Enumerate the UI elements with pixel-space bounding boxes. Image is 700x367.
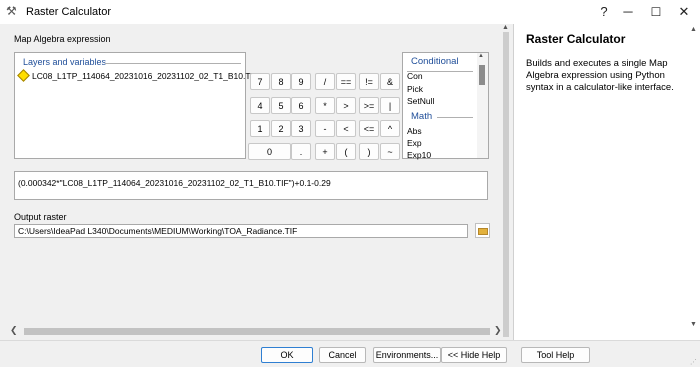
- scroll-up-icon[interactable]: ▲: [502, 24, 509, 31]
- help-pane: Raster Calculator Builds and executes a …: [513, 24, 700, 340]
- calc-button-open-paren[interactable]: (: [336, 143, 356, 160]
- divider: [437, 117, 473, 118]
- scroll-left-icon[interactable]: ❮: [10, 325, 18, 336]
- calc-button-6[interactable]: 6: [291, 97, 311, 114]
- browse-button[interactable]: [475, 223, 490, 238]
- calc-button-multiply[interactable]: *: [315, 97, 335, 114]
- calc-button-not-equal[interactable]: !=: [359, 73, 379, 90]
- function-item[interactable]: SetNull: [407, 96, 434, 106]
- tool-help-button[interactable]: Tool Help: [521, 347, 590, 363]
- scrollbar-thumb[interactable]: [24, 328, 490, 335]
- layers-variables-list[interactable]: Layers and variables LC08_L1TP_114064_20…: [14, 52, 258, 159]
- function-group-math: Math: [411, 111, 433, 122]
- calc-button-or[interactable]: |: [380, 97, 400, 114]
- calc-button-greater-equal[interactable]: >=: [359, 97, 379, 114]
- calc-button-minus[interactable]: -: [315, 120, 335, 137]
- map-algebra-label: Map Algebra expression: [14, 34, 111, 44]
- calc-button-decimal[interactable]: .: [291, 143, 311, 160]
- divider: [105, 63, 241, 64]
- calc-button-8[interactable]: 8: [271, 73, 291, 90]
- calc-button-less[interactable]: <: [336, 120, 356, 137]
- ok-button[interactable]: OK: [261, 347, 313, 363]
- window-title: Raster Calculator: [26, 6, 111, 18]
- hammer-icon: ⚒: [6, 4, 17, 18]
- calc-button-0[interactable]: 0: [248, 143, 291, 160]
- calc-button-1[interactable]: 1: [250, 120, 270, 137]
- calc-button-close-paren[interactable]: ): [359, 143, 379, 160]
- layer-list-item[interactable]: LC08_L1TP_114064_20231016_20231102_02_T1…: [17, 69, 258, 83]
- dialog-footer: OK Cancel Environments... << Hide Help T…: [0, 340, 700, 367]
- function-item[interactable]: Exp10: [407, 150, 431, 160]
- scroll-right-icon[interactable]: ❯: [494, 325, 502, 336]
- close-button[interactable]: ✕: [666, 0, 700, 24]
- calc-button-9[interactable]: 9: [291, 73, 311, 90]
- function-item[interactable]: Pick: [407, 84, 423, 94]
- output-raster-field[interactable]: C:\Users\IdeaPad L340\Documents\MEDIUM\W…: [14, 224, 468, 238]
- calc-button-divide[interactable]: /: [315, 73, 335, 90]
- function-item[interactable]: Abs: [407, 126, 422, 136]
- help-scrollbar[interactable]: ▲ ▼: [689, 24, 699, 340]
- help-description: Builds and executes a single Map Algebra…: [526, 58, 674, 93]
- calc-button-3[interactable]: 3: [291, 120, 311, 137]
- scroll-up-icon[interactable]: ▲: [478, 53, 484, 59]
- output-raster-label: Output raster: [14, 212, 67, 222]
- scrollbar-thumb[interactable]: [479, 65, 485, 85]
- scroll-up-icon[interactable]: ▲: [690, 26, 697, 33]
- cancel-button[interactable]: Cancel: [319, 347, 366, 363]
- raster-layer-icon: [17, 69, 30, 82]
- horizontal-scrollbar[interactable]: ❮ ❯: [10, 325, 502, 337]
- scroll-down-icon[interactable]: ▼: [690, 321, 697, 328]
- functions-scrollbar[interactable]: ▲: [477, 53, 488, 158]
- environments-button[interactable]: Environments...: [373, 347, 441, 363]
- calc-button-4[interactable]: 4: [250, 97, 270, 114]
- calc-button-and[interactable]: &: [380, 73, 400, 90]
- layers-list-title: Layers and variables: [23, 57, 107, 67]
- calc-button-less-equal[interactable]: <=: [359, 120, 379, 137]
- calc-button-7[interactable]: 7: [250, 73, 270, 90]
- function-item[interactable]: Exp: [407, 138, 422, 148]
- function-group-conditional: Conditional: [411, 56, 459, 67]
- calc-button-not[interactable]: ~: [380, 143, 400, 160]
- calc-button-equal[interactable]: ==: [336, 73, 356, 90]
- function-item[interactable]: Con: [407, 71, 423, 81]
- folder-icon: [478, 228, 488, 235]
- output-raster-value: C:\Users\IdeaPad L340\Documents\MEDIUM\W…: [18, 226, 298, 236]
- calc-button-plus[interactable]: +: [315, 143, 335, 160]
- resize-grip-icon[interactable]: ⋰: [690, 358, 697, 366]
- functions-list[interactable]: Conditional Con Pick SetNull Math Abs Ex…: [402, 52, 489, 160]
- calc-button-xor[interactable]: ^: [380, 120, 400, 137]
- expression-text: (0.000342*"LC08_L1TP_114064_20231016_202…: [18, 178, 331, 188]
- calc-button-greater[interactable]: >: [336, 97, 356, 114]
- help-title: Raster Calculator: [526, 32, 626, 46]
- layer-name: LC08_L1TP_114064_20231016_20231102_02_T1…: [32, 71, 259, 81]
- calc-button-2[interactable]: 2: [271, 120, 291, 137]
- title-bar: ⚒ Raster Calculator ? ─ ☐ ✕: [0, 0, 700, 24]
- parameters-vertical-scrollbar[interactable]: ▲: [502, 24, 510, 340]
- expression-textbox[interactable]: (0.000342*"LC08_L1TP_114064_20231016_202…: [14, 171, 488, 200]
- hide-help-button[interactable]: << Hide Help: [441, 347, 507, 363]
- scrollbar-thumb[interactable]: [503, 32, 509, 337]
- calc-button-5[interactable]: 5: [271, 97, 291, 114]
